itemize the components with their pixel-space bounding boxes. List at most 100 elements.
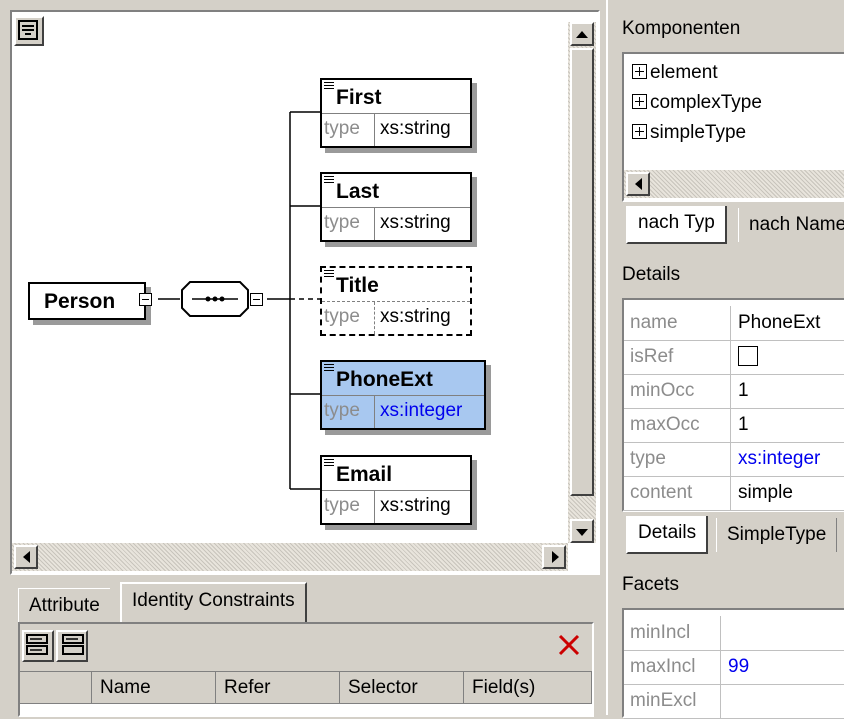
type-value: xs:string [380,118,451,139]
delete-x-icon [558,634,580,656]
detail-value: PhoneExt [738,312,821,333]
detail-row-maxocc[interactable]: maxOcc 1 [624,408,844,443]
detail-row-minocc[interactable]: minOcc 1 [624,374,844,409]
detail-value: 1 [738,414,749,435]
detail-value: xs:integer [738,448,821,469]
facet-key: minExcl [630,690,697,711]
root-collapse-icon[interactable] [139,293,152,306]
detail-key: isRef [630,346,674,367]
header-fields[interactable]: Field(s) [464,672,592,704]
arrow-left-icon [635,178,642,190]
arrow-up-icon [576,31,588,38]
facet-row-minexcl[interactable]: minExcl [624,684,844,719]
element-node-first[interactable]: First type xs:string [320,78,472,148]
scroll-right-button[interactable] [542,545,566,569]
sequence-compositor-icon[interactable] [178,280,258,320]
tab-simpletype[interactable]: SimpleType [716,518,838,552]
insert-constraint-button[interactable] [56,630,88,662]
element-icon [324,459,334,468]
details-grid: name PhoneExt isRef minOcc 1 maxOcc 1 type x… [622,298,844,512]
type-value: xs:string [380,495,451,516]
type-key: type [324,212,360,233]
type-value: xs:string [380,306,451,327]
element-name: Email [336,463,393,486]
tab-nach-typ[interactable]: nach Typ [626,206,727,244]
facet-row-maxincl[interactable]: maxIncl 99 [624,650,844,685]
tree-item-label: complexType [650,92,762,113]
detail-key: minOcc [630,380,695,401]
type-key: type [324,118,360,139]
tab-attribute[interactable]: Attribute [18,588,110,622]
root-element-label: Person [44,290,116,313]
tab-nach-name[interactable]: nach Name [738,208,844,242]
expand-icon[interactable] [632,124,647,139]
type-value: xs:integer [380,400,463,421]
constraints-grid: Name Refer Selector Field(s) [18,622,594,717]
tree-item-label: element [650,62,718,83]
type-key: type [324,306,360,327]
element-name: Title [336,274,379,297]
arrow-right-icon [552,551,559,563]
type-value: xs:string [380,212,451,233]
header-name[interactable]: Name [92,672,216,704]
header-selector[interactable]: Selector [340,672,464,704]
detail-row-isref[interactable]: isRef [624,340,844,375]
append-constraint-button[interactable] [22,630,54,662]
root-element-person[interactable]: Person [28,282,146,320]
element-name: PhoneExt [336,368,433,391]
tab-identity-constraints[interactable]: Identity Constraints [120,582,307,622]
constraints-header: Name Refer Selector Field(s) [20,672,592,704]
side-panel: Komponenten element complexType simpleTy… [606,0,844,719]
header-refer[interactable]: Refer [216,672,340,704]
details-title: Details [622,264,681,285]
element-node-last[interactable]: Last type xs:string [320,172,472,242]
components-horizontal-scrollbar[interactable] [624,170,844,198]
diagram-pane: Person First type xs:string Last type xs:s… [10,10,600,575]
scroll-left-button[interactable] [626,172,650,196]
facet-row-minincl[interactable]: minIncl [624,616,844,651]
tree-item-element[interactable]: element [632,62,718,84]
element-name: First [336,86,382,109]
detail-value: simple [738,482,793,503]
vertical-scroll-thumb[interactable] [570,48,594,496]
detail-key: content [630,482,693,503]
detail-row-type[interactable]: type xs:integer [624,442,844,477]
scroll-up-button[interactable] [570,22,594,46]
expand-icon[interactable] [632,64,647,79]
facets-title: Facets [622,574,680,595]
diagram-horizontal-scrollbar[interactable] [12,543,568,571]
tree-item-complextype[interactable]: complexType [632,92,762,114]
isref-checkbox[interactable] [738,346,758,366]
diagram-vertical-scrollbar[interactable] [568,22,596,543]
scroll-down-button[interactable] [570,519,594,543]
tab-details[interactable]: Details [626,516,709,554]
facets-grid: minIncl maxIncl 99 minExcl [622,608,844,719]
detail-row-content[interactable]: content simple [624,476,844,511]
element-name: Last [336,180,380,203]
element-node-title[interactable]: Title type xs:string [320,266,472,336]
type-key: type [324,400,360,421]
header-selector-col [20,672,92,704]
detail-value: 1 [738,380,749,401]
facet-key: minIncl [630,622,691,643]
facet-value: 99 [728,656,750,677]
delete-constraint-button[interactable] [554,630,586,662]
detail-row-name[interactable]: name PhoneExt [624,306,844,341]
expand-icon[interactable] [632,94,647,109]
append-row-icon [26,634,48,655]
detail-key: name [630,312,678,333]
facet-key: maxIncl [630,656,696,677]
constraints-toolbar [20,624,592,672]
detail-key: maxOcc [630,414,700,435]
tree-item-simpletype[interactable]: simpleType [632,122,746,144]
element-icon [324,82,334,91]
element-node-phoneext[interactable]: PhoneExt type xs:integer [320,360,486,430]
sequence-collapse-icon[interactable] [250,293,263,306]
arrow-left-icon [23,551,30,563]
arrow-down-icon [576,529,588,536]
element-node-email[interactable]: Email type xs:string [320,455,472,525]
element-icon [324,270,334,279]
scroll-left-button[interactable] [14,545,38,569]
type-key: type [324,495,360,516]
tree-item-label: simpleType [650,122,747,143]
